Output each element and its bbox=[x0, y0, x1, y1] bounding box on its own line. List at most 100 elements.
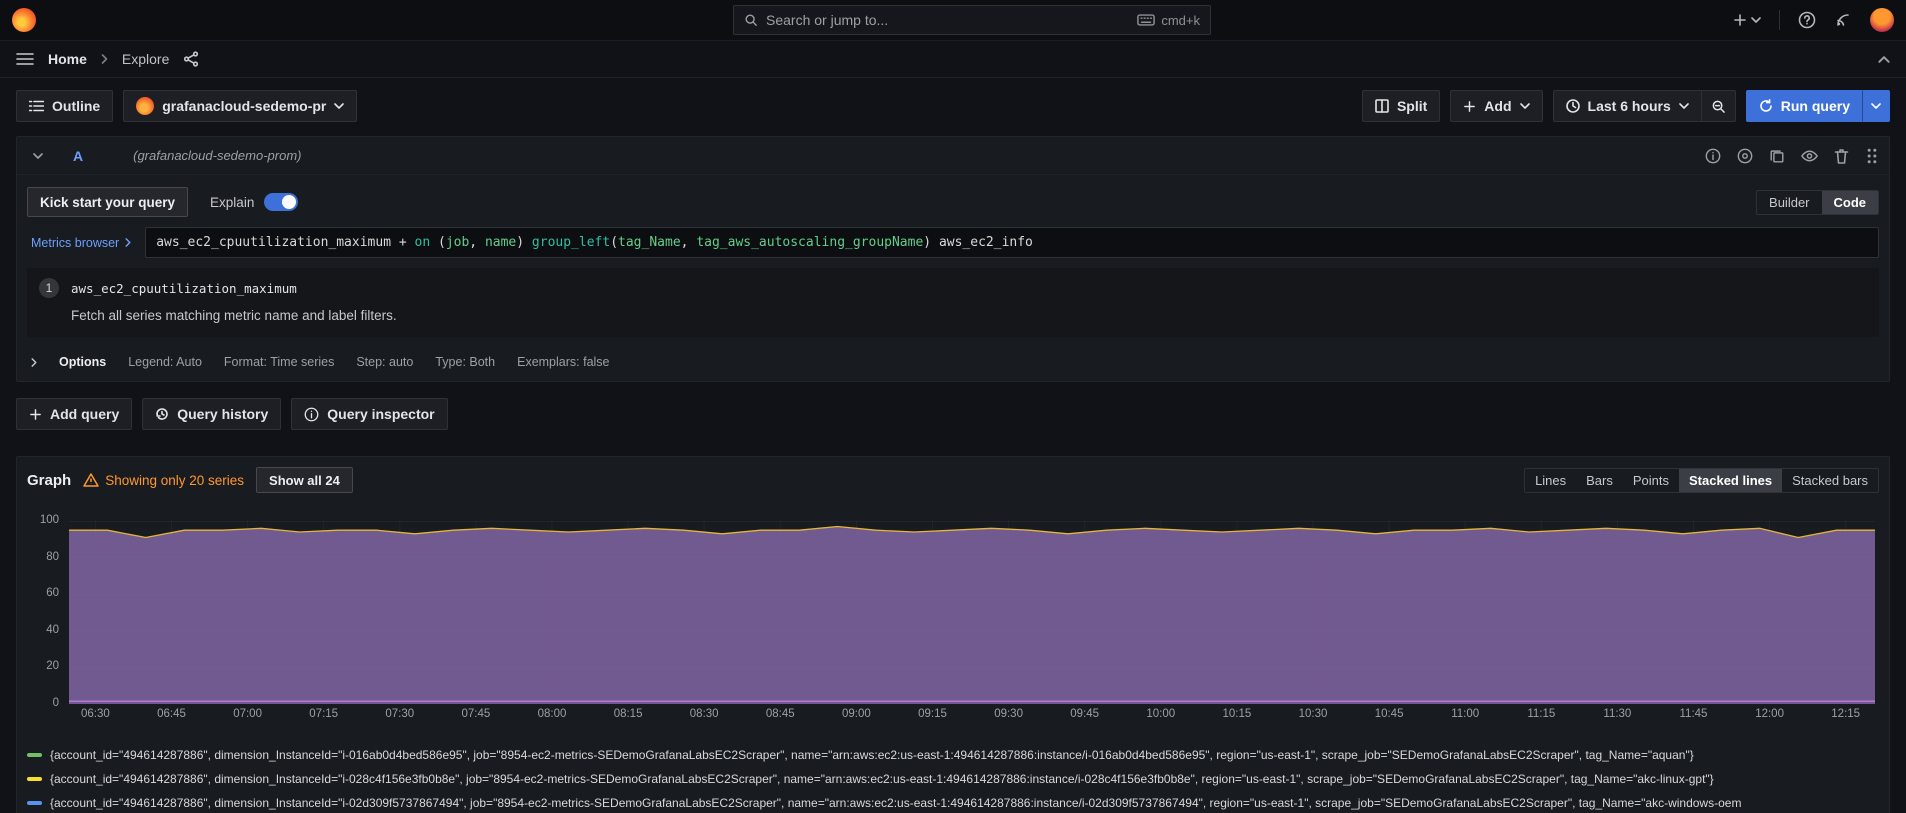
chart[interactable]: 020406080100 06:3006:4507:0007:1507:3007… bbox=[27, 521, 1879, 735]
explain-metric-name: aws_ec2_cpuutilization_maximum bbox=[71, 281, 297, 296]
query-code-segment: job bbox=[446, 235, 469, 250]
query-code-editor[interactable]: aws_ec2_cpuutilization_maximum + on (job… bbox=[145, 227, 1879, 258]
x-axis-tick: 08:30 bbox=[690, 708, 719, 720]
grafana-logo-icon[interactable] bbox=[12, 8, 36, 32]
x-axis: 06:3006:4507:0007:1507:3007:4508:0008:15… bbox=[69, 708, 1875, 724]
copy-icon[interactable] bbox=[1769, 148, 1785, 164]
time-range-picker[interactable]: Last 6 hours bbox=[1553, 90, 1701, 122]
query-datasource-hint: (grafanacloud-sedemo-prom) bbox=[133, 148, 301, 163]
query-ref-id[interactable]: A bbox=[73, 148, 83, 164]
viz-mode-stacked-lines[interactable]: Stacked lines bbox=[1679, 469, 1782, 492]
x-axis-tick: 11:00 bbox=[1451, 708, 1479, 720]
trash-icon[interactable] bbox=[1834, 148, 1849, 164]
run-query-dropdown[interactable] bbox=[1862, 90, 1890, 122]
legend-label[interactable]: {account_id="494614287886", dimension_In… bbox=[50, 772, 1714, 786]
metrics-browser-button[interactable]: Metrics browser bbox=[27, 227, 145, 258]
viz-mode-lines[interactable]: Lines bbox=[1525, 469, 1576, 492]
chevron-down-icon bbox=[1520, 103, 1530, 109]
viz-mode-group: LinesBarsPointsStacked linesStacked bars bbox=[1524, 468, 1879, 493]
graph-panel: Graph Showing only 20 series Show all 24… bbox=[16, 456, 1890, 813]
shortcut-label: cmd+k bbox=[1161, 13, 1200, 28]
breadcrumb-home[interactable]: Home bbox=[48, 51, 87, 67]
x-axis-tick: 10:45 bbox=[1375, 708, 1404, 720]
explain-label: Explain bbox=[210, 195, 254, 210]
add-button[interactable]: Add bbox=[1450, 90, 1542, 122]
show-all-series-button[interactable]: Show all 24 bbox=[256, 467, 353, 493]
y-axis-tick: 100 bbox=[27, 514, 59, 526]
legend-label[interactable]: {account_id="494614287886", dimension_In… bbox=[50, 748, 1694, 762]
x-axis-tick: 12:15 bbox=[1831, 708, 1860, 720]
graph-header: Graph Showing only 20 series Show all 24… bbox=[27, 465, 1879, 495]
outline-icon bbox=[29, 100, 44, 112]
legend-item[interactable]: {account_id="494614287886", dimension_In… bbox=[27, 743, 1879, 767]
y-axis: 020406080100 bbox=[27, 521, 63, 704]
viz-mode-bars[interactable]: Bars bbox=[1576, 469, 1623, 492]
series-warning: Showing only 20 series bbox=[83, 473, 244, 488]
explore-toolbar: Outline grafanacloud-sedemo-pr Split Add… bbox=[0, 78, 1906, 122]
options-label: Options bbox=[59, 355, 106, 369]
drag-handle-icon[interactable] bbox=[1865, 148, 1879, 164]
clock-icon bbox=[1566, 99, 1580, 113]
search-input[interactable] bbox=[766, 12, 1129, 28]
datasource-picker[interactable]: grafanacloud-sedemo-pr bbox=[123, 90, 357, 122]
menu-icon[interactable] bbox=[16, 52, 34, 66]
series-warning-text: Showing only 20 series bbox=[105, 473, 244, 488]
info-circle-icon bbox=[304, 407, 319, 422]
breadcrumb-explore[interactable]: Explore bbox=[122, 51, 169, 67]
plus-icon bbox=[1463, 100, 1476, 113]
x-axis-tick: 07:45 bbox=[461, 708, 490, 720]
legend-label[interactable]: {account_id="494614287886", dimension_In… bbox=[50, 796, 1741, 810]
run-query-label: Run query bbox=[1781, 98, 1850, 114]
y-axis-tick: 80 bbox=[27, 551, 59, 563]
x-axis-tick: 10:30 bbox=[1299, 708, 1328, 720]
eye-icon[interactable] bbox=[1801, 148, 1818, 164]
outline-button[interactable]: Outline bbox=[16, 90, 113, 122]
viz-mode-points[interactable]: Points bbox=[1623, 469, 1679, 492]
query-inspector-button[interactable]: Query inspector bbox=[291, 398, 447, 430]
query-options-row[interactable]: Options Legend: AutoFormat: Time seriesS… bbox=[27, 345, 1879, 381]
x-axis-tick: 08:45 bbox=[766, 708, 795, 720]
x-axis-tick: 11:30 bbox=[1603, 708, 1631, 720]
new-button[interactable] bbox=[1733, 13, 1761, 27]
chevron-right-icon bbox=[31, 358, 37, 367]
divider bbox=[1779, 10, 1780, 30]
collapse-chevron-icon[interactable] bbox=[33, 153, 43, 159]
news-icon[interactable] bbox=[1834, 11, 1852, 29]
query-history-button[interactable]: Query history bbox=[142, 398, 281, 430]
y-axis-tick: 20 bbox=[27, 660, 59, 672]
builder-mode-button[interactable]: Builder bbox=[1757, 191, 1821, 214]
warning-icon bbox=[83, 473, 99, 487]
record-circle-icon[interactable] bbox=[1737, 148, 1753, 164]
share-icon[interactable] bbox=[183, 51, 199, 67]
viz-mode-stacked-bars[interactable]: Stacked bars bbox=[1782, 469, 1878, 492]
code-mode-button[interactable]: Code bbox=[1822, 191, 1879, 214]
plus-icon bbox=[1733, 13, 1747, 27]
query-code-segment: name bbox=[485, 235, 516, 250]
avatar[interactable] bbox=[1870, 8, 1894, 32]
query-code-segment: aws_ec2_cpuutilization_maximum + bbox=[156, 235, 414, 250]
query-code-segment: group_left bbox=[532, 235, 610, 250]
plot-area[interactable] bbox=[69, 521, 1875, 704]
split-button[interactable]: Split bbox=[1362, 90, 1440, 122]
option-summary-item: Legend: Auto bbox=[128, 355, 202, 369]
chevron-right-icon bbox=[125, 238, 131, 247]
legend-item[interactable]: {account_id="494614287886", dimension_In… bbox=[27, 767, 1879, 791]
chevron-up-icon[interactable] bbox=[1878, 56, 1890, 63]
run-query-button[interactable]: Run query bbox=[1746, 90, 1862, 122]
search-box[interactable]: cmd+k bbox=[733, 5, 1211, 35]
run-icon bbox=[1759, 99, 1773, 113]
x-axis-tick: 07:30 bbox=[385, 708, 414, 720]
x-axis-tick: 09:00 bbox=[842, 708, 871, 720]
x-axis-tick: 09:30 bbox=[994, 708, 1023, 720]
x-axis-tick: 07:15 bbox=[309, 708, 338, 720]
explain-toggle[interactable] bbox=[264, 193, 298, 211]
add-query-button[interactable]: Add query bbox=[16, 398, 132, 430]
time-range-label: Last 6 hours bbox=[1588, 98, 1671, 114]
kick-start-button[interactable]: Kick start your query bbox=[27, 187, 188, 217]
y-axis-tick: 60 bbox=[27, 587, 59, 599]
legend-item[interactable]: {account_id="494614287886", dimension_In… bbox=[27, 791, 1879, 813]
help-icon[interactable] bbox=[1798, 11, 1816, 29]
search-icon bbox=[744, 13, 758, 27]
zoom-out-button[interactable] bbox=[1701, 90, 1736, 122]
info-circle-icon[interactable] bbox=[1705, 148, 1721, 164]
